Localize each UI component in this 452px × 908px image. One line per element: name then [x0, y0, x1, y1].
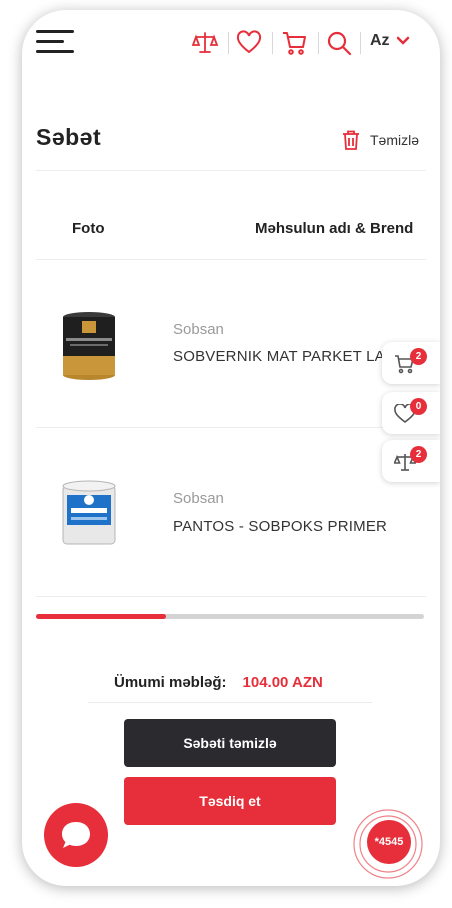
trash-icon	[343, 130, 359, 150]
phone-screen: Az Səbət Təmizlə Foto Məhsulun adı & Bre…	[22, 10, 440, 886]
divider	[36, 596, 426, 597]
language-label: Az	[370, 32, 390, 49]
page-title: Səbət	[36, 124, 102, 150]
header-divider	[272, 32, 273, 54]
total-amount: 104.00 AZN	[242, 674, 323, 691]
cart-total: Ümumi məbləğ: 104.00 AZN	[114, 674, 323, 691]
menu-icon[interactable]	[36, 30, 74, 56]
compare-icon[interactable]	[191, 30, 219, 56]
header-divider	[318, 32, 319, 54]
divider	[88, 702, 372, 703]
clear-cart-link[interactable]: Təmizlə	[342, 130, 419, 150]
cart-icon[interactable]	[282, 30, 308, 56]
divider	[36, 259, 426, 260]
wishlist-count-badge: 0	[410, 398, 427, 415]
call-center-button[interactable]: *4545	[367, 820, 411, 864]
scrollbar-thumb[interactable]	[36, 614, 166, 619]
item-name[interactable]: PANTOS - SOBPOKS PRIMER	[173, 518, 387, 535]
item-brand: Sobsan	[173, 490, 224, 507]
item-name[interactable]: SOBVERNIK MAT PARKET LA	[173, 348, 385, 365]
chevron-down-icon	[396, 36, 409, 45]
clear-cart-label: Təmizlə	[370, 132, 420, 148]
floating-compare-button[interactable]: 2	[382, 440, 440, 482]
total-label: Ümumi məbləğ:	[114, 674, 227, 691]
divider	[36, 170, 426, 171]
chat-bubble-icon	[62, 822, 90, 848]
heart-icon[interactable]	[236, 30, 262, 56]
item-brand: Sobsan	[173, 321, 224, 338]
product-image-pantos[interactable]	[60, 480, 118, 548]
header-divider	[228, 32, 229, 54]
language-selector[interactable]: Az	[370, 32, 410, 50]
column-photo: Foto	[72, 220, 105, 237]
confirm-button[interactable]: Təsdiq et	[124, 777, 336, 825]
product-image-sobvernik[interactable]	[60, 310, 118, 380]
floating-wishlist-button[interactable]: 0	[382, 392, 440, 434]
divider	[36, 427, 426, 428]
compare-count-badge: 2	[410, 446, 427, 463]
chat-button[interactable]	[44, 803, 108, 867]
clear-cart-button[interactable]: Səbəti təmizlə	[124, 719, 336, 767]
floating-cart-button[interactable]: 2	[382, 342, 440, 384]
column-name-brand: Məhsulun adı & Brend	[255, 220, 414, 237]
header-divider	[360, 32, 361, 54]
search-icon[interactable]	[326, 30, 352, 56]
cart-count-badge: 2	[410, 348, 427, 365]
